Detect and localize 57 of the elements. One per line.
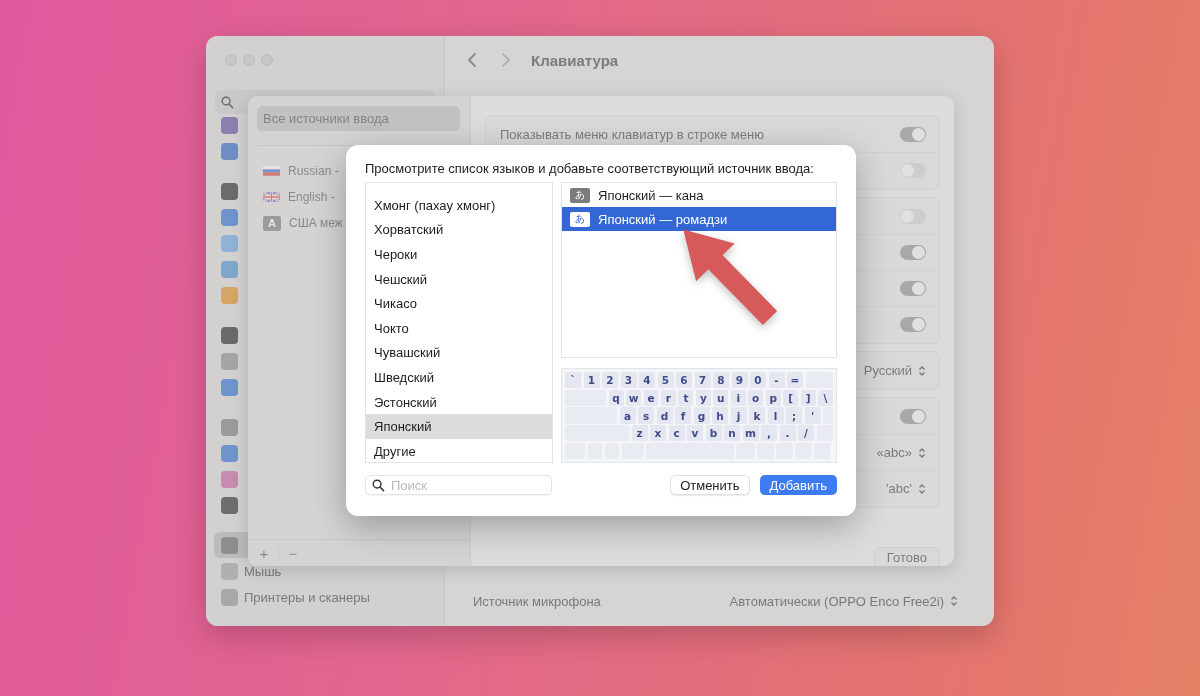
keyboard-key: q [608,389,624,406]
keyboard-key: r [661,389,676,406]
keyboard-key: n [724,425,740,442]
keyboard-key: ] [800,389,816,406]
input-source-label: Russian - [288,164,339,178]
keyboard-key: p [765,389,781,406]
keyboard-key: 3 [620,372,637,389]
keyboard-key: 2 [602,372,618,389]
keyboard-layout-icon: A [263,215,281,231]
keyboard-key: i [730,389,746,406]
keyboard-key: ' [804,407,821,424]
keyboard-key: d [656,407,673,424]
keyboard-key: = [787,372,803,389]
keyboard-key: o [748,389,764,406]
keyboard-key: b [705,425,722,442]
keyboard-key: 7 [694,372,711,389]
keyboard-key: z [631,425,648,442]
keyboard-key: y [695,389,711,406]
keyboard-key: a [619,407,636,424]
keyboard-key: m [742,425,759,442]
keyboard-key: ; [786,407,802,424]
keyboard-key: j [730,407,747,424]
keyboard-key: 0 [750,372,766,389]
setting-label: Источник микрофона [473,593,601,609]
keyboard-key: c [668,425,685,442]
keyboard-key: k [749,407,765,424]
keyboard-key: 5 [657,372,674,389]
keyboard-key: - [768,372,785,389]
keyboard-key: , [761,425,777,442]
keyboard-key: x [650,425,666,442]
keyboard-key: ` [565,372,581,389]
keyboard-key: s [638,407,654,424]
keyboard-key: 9 [731,372,748,389]
keyboard-key: 1 [583,372,600,389]
keyboard-key: [ [783,389,799,406]
dialog-prompt: Просмотрите список языков и добавьте соответствующий источник ввода: [365,161,815,176]
keyboard-key: t [678,389,694,406]
setting-label: Показывать меню клавиатур в строке меню [499,127,764,142]
keyboard-key: l [767,407,784,424]
keyboard-key: w [626,389,642,406]
window-title: Клавиатура [531,51,619,69]
keyboard-key: \ [818,389,833,406]
input-method-icon: あ [570,211,590,227]
keyboard-key: f [675,407,691,424]
keyboard-key: v [687,425,703,442]
keyboard-key: h [712,407,728,424]
keyboard-key: 4 [639,372,655,389]
input-source-label: США меж [289,216,343,230]
keyboard-key: 6 [676,372,692,389]
keyboard-key: 8 [713,372,729,389]
input-source-label: English - [288,190,335,204]
keyboard-key: g [693,407,710,424]
keyboard-key: . [779,425,796,442]
keyboard-key: u [713,389,729,406]
input-method-icon: あ [570,187,590,203]
keyboard-key: e [643,389,659,406]
keyboard-key: / [798,425,814,442]
